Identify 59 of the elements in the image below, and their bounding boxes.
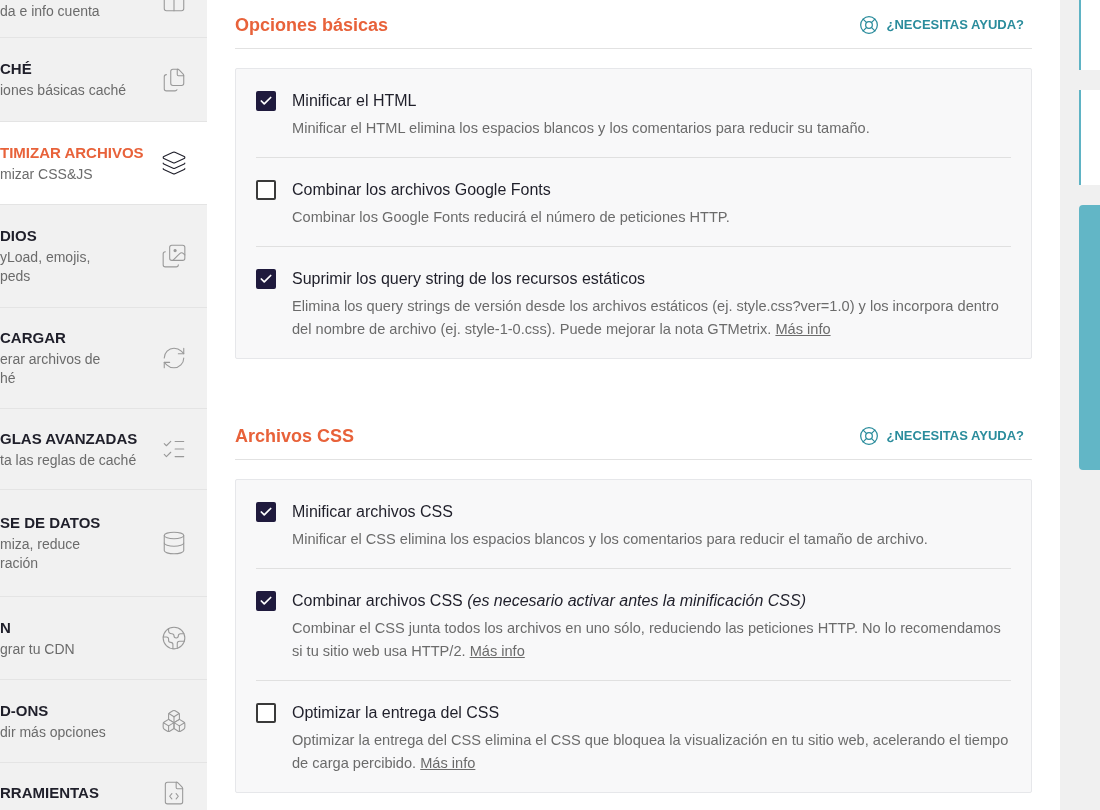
sidebar-item-title: N (0, 617, 12, 638)
sidebar-item-subtitle: mizar CSS&JS (0, 164, 94, 184)
option-description: Combinar el CSS junta todos los archivos en uno sólo, reduciendo las peticiones HTTP. No lo recomendamos si tu sitio web usa HTTP/2. Más info (292, 619, 1002, 661)
option-label: Combinar los archivos Google Fonts (292, 180, 552, 200)
checkbox[interactable] (256, 502, 276, 522)
option-label: Optimizar la entrega del CSS (292, 703, 501, 723)
sidebar-item-subtitle: da e info cuenta (0, 2, 100, 21)
sidebar-item-subtitle: iones básicas caché (0, 81, 127, 100)
checkbox[interactable] (256, 591, 276, 611)
sidebar-item-title: GLAS AVANZADAS (0, 428, 138, 449)
option-description: Minificar el CSS elimina los espacios blancos y los comentarios para reducir el tamaño de archivo. (292, 530, 928, 549)
sidebar-item[interactable]: da e info cuenta (0, 0, 207, 38)
lifebuoy-icon (858, 15, 879, 35)
sidebar-item-title: D-ONS (0, 700, 50, 721)
help-link[interactable]: ¿NECESITAS AYUDA? (858, 15, 1024, 35)
sidebar-item-title: TIMIZAR ARCHIVOS (0, 142, 144, 163)
checkbox[interactable] (256, 91, 276, 111)
boxes-icon (161, 708, 187, 734)
more-info-link[interactable]: Más info (420, 755, 476, 771)
more-info-link[interactable]: Más info (469, 643, 525, 659)
document-icon (161, 66, 187, 93)
sidebar-item-title: CARGAR (0, 328, 67, 348)
checkbox[interactable] (256, 180, 276, 200)
checkbox[interactable] (256, 703, 276, 723)
sidebar-item[interactable]: TIMIZAR ARCHIVOS mizar CSS&JS (0, 122, 207, 205)
option-label: Combinar archivos CSS (es necesario activar antes la minificación CSS) (292, 591, 807, 611)
option-description: Combinar los Google Fonts reducirá el número de peticiones HTTP. (292, 208, 730, 227)
images-icon (161, 243, 187, 269)
section-title: Archivos CSS (235, 424, 355, 448)
layers-icon (161, 150, 187, 176)
sidebar-item-subtitle: dir más opciones (0, 722, 106, 742)
refresh-icon (161, 345, 187, 371)
option-label: Minificar archivos CSS (292, 502, 454, 522)
lifebuoy-icon (858, 426, 879, 446)
sidebar-item-subtitle: miza, reduce ración (0, 535, 82, 573)
check-icon (259, 594, 273, 608)
checkbox[interactable] (256, 269, 276, 289)
globe-icon (161, 625, 187, 651)
option-description: Optimizar la entrega del CSS elimina el CSS que bloquea la visualización en tu sitio web, acelerando el tiempo de carga percibido. Más info (292, 731, 1010, 773)
sidebar-item-subtitle: erar archivos de hé (0, 350, 101, 388)
sidebar-item-subtitle: yLoad, emojis, peds (0, 248, 91, 286)
check-icon (259, 505, 273, 519)
more-info-link[interactable]: Más info (775, 321, 831, 337)
card-background (1079, 0, 1100, 70)
check-icon (259, 272, 273, 286)
sidebar-item-title: DIOS (0, 226, 38, 246)
sidebar-item-title: CHÉ (0, 59, 33, 79)
option-label: Suprimir los query string de los recursos estáticos (292, 269, 647, 289)
option-label: Minificar el HTML (292, 91, 418, 111)
database-icon (161, 530, 187, 556)
sidebar-item-subtitle: ta las reglas de caché (0, 450, 138, 470)
sidebar-item-title: SE DE DATOS (0, 513, 101, 533)
option-description: Elimina los query strings de versión desde los archivos estáticos (ej. style.css?ver=1.0) y los incorpora dentro del nombre de archivo (ej. style-1-0.css). Puede mejorar la nota GTMetrix. Más info (292, 297, 1000, 339)
check-icon (259, 94, 273, 108)
sidebar-item-subtitle: grar tu CDN (0, 639, 75, 659)
option-description: Minificar el HTML elimina los espacios blancos y los comentarios para reducir su tamaño. (292, 119, 870, 138)
section-title: Opciones básicas (235, 13, 389, 37)
sidebar-item-title: RRAMIENTAS (0, 782, 99, 803)
help-link[interactable]: ¿NECESITAS AYUDA? (858, 426, 1024, 446)
